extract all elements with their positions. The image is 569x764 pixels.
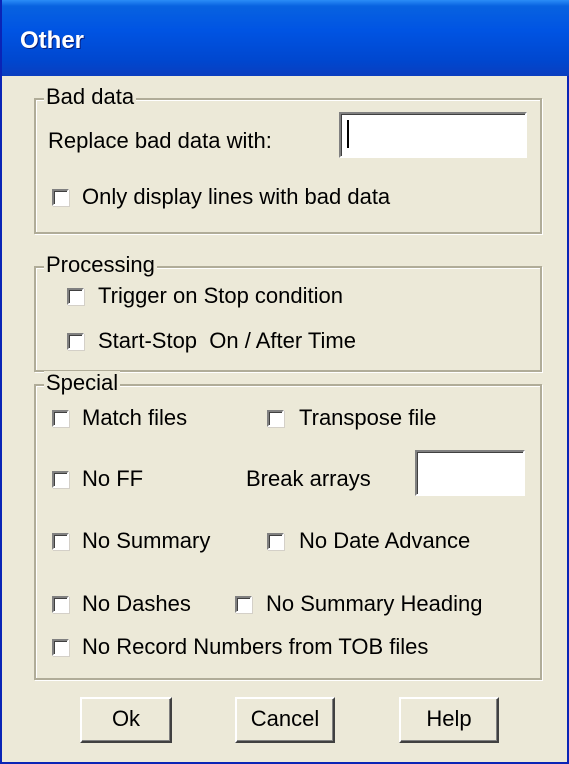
text-caret — [347, 120, 349, 148]
transpose-file-label[interactable]: Transpose file — [299, 405, 436, 431]
no-ff-label[interactable]: No FF — [82, 466, 143, 492]
bad-data-legend: Bad data — [44, 84, 137, 109]
transpose-file-checkbox[interactable] — [267, 410, 284, 427]
no-summary-label[interactable]: No Summary — [82, 528, 210, 554]
cancel-button[interactable]: Cancel — [235, 697, 335, 743]
no-summary-heading-checkbox[interactable] — [235, 596, 252, 613]
no-summary-heading-label[interactable]: No Summary Heading — [266, 591, 482, 617]
other-dialog: Other Bad data Replace bad data with: On… — [0, 0, 569, 764]
break-arrays-label: Break arrays — [246, 466, 371, 491]
window-title: Other — [20, 27, 85, 54]
trigger-stop-label[interactable]: Trigger on Stop condition — [98, 283, 343, 309]
start-stop-checkbox[interactable] — [67, 333, 84, 350]
match-files-checkbox[interactable] — [52, 410, 69, 427]
only-display-bad-data-checkbox[interactable] — [52, 189, 69, 206]
processing-group — [34, 266, 542, 372]
trigger-stop-checkbox[interactable] — [67, 288, 84, 305]
special-legend: Special — [44, 370, 121, 395]
replace-bad-data-label: Replace bad data with: — [48, 128, 272, 153]
no-record-numbers-label[interactable]: No Record Numbers from TOB files — [82, 634, 428, 660]
processing-legend: Processing — [44, 252, 157, 277]
no-ff-checkbox[interactable] — [52, 471, 69, 488]
start-stop-label[interactable]: Start-Stop On / After Time — [98, 328, 356, 354]
replace-bad-data-input[interactable] — [339, 112, 527, 158]
match-files-label[interactable]: Match files — [82, 405, 187, 431]
only-display-bad-data-label[interactable]: Only display lines with bad data — [82, 184, 390, 210]
no-date-advance-label[interactable]: No Date Advance — [299, 528, 470, 554]
no-dashes-checkbox[interactable] — [52, 596, 69, 613]
no-summary-checkbox[interactable] — [52, 533, 69, 550]
title-bar[interactable]: Other — [2, 0, 569, 76]
no-record-numbers-checkbox[interactable] — [52, 639, 69, 656]
no-date-advance-checkbox[interactable] — [267, 533, 284, 550]
help-button[interactable]: Help — [399, 697, 499, 743]
ok-button[interactable]: Ok — [80, 697, 172, 743]
break-arrays-input[interactable] — [415, 450, 525, 496]
no-dashes-label[interactable]: No Dashes — [82, 591, 191, 617]
